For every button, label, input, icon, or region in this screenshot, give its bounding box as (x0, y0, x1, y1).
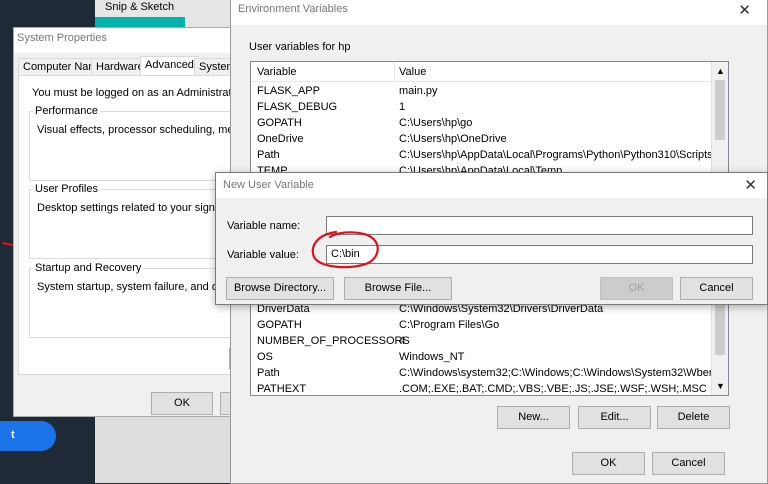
system-delete-button[interactable]: Delete (657, 406, 730, 429)
user-variables-header: Variable Value (251, 62, 711, 82)
system-variable-row[interactable]: Path C:\Windows\system32;C:\Windows;C:\Wi… (251, 365, 711, 381)
column-divider[interactable] (394, 62, 395, 82)
variable-value-field[interactable]: C:\bin (326, 245, 753, 264)
system-variable-row[interactable]: GOPATH C:\Program Files\Go (251, 317, 711, 333)
new-user-variable-titlebar: New User Variable ✕ (216, 173, 767, 198)
system-properties-ok-button[interactable]: OK (151, 392, 213, 415)
environment-variables-titlebar: Environment Variables ✕ (231, 0, 767, 25)
system-variable-row[interactable]: PATHEXT .COM;.EXE;.BAT;.CMD;.VBS;.VBE;.JS… (251, 381, 711, 395)
startup-recovery-label: Startup and Recovery (33, 262, 144, 274)
user-variables-list[interactable]: Variable Value FLASK_APP main.py FLASK_DE… (250, 61, 729, 177)
close-icon[interactable]: ✕ (744, 176, 757, 194)
system-properties-title: System Properties (17, 32, 107, 44)
user-variable-row[interactable]: FLASK_APP main.py (251, 83, 711, 99)
background-accent-button-label: t (11, 429, 15, 441)
system-properties-tab-panel: You must be logged on as an Administrato… (18, 75, 284, 375)
system-new-button[interactable]: New... (497, 406, 570, 429)
environment-cancel-button[interactable]: Cancel (652, 452, 725, 475)
user-variable-row[interactable]: FLASK_DEBUG 1 (251, 99, 711, 115)
system-variable-row[interactable]: OS Windows_NT (251, 349, 711, 365)
scroll-thumb[interactable] (715, 80, 725, 140)
system-properties-tabbar: Computer Name Hardware Advanced System F (18, 56, 251, 75)
user-profiles-label: User Profiles (33, 183, 100, 195)
system-properties-window: System Properties Computer Name Hardware… (13, 27, 284, 417)
browse-file-button[interactable]: Browse File... (344, 277, 452, 300)
user-variable-row[interactable]: GOPATH C:\Users\hp\go (251, 115, 711, 131)
variable-name-field[interactable] (326, 216, 753, 235)
column-value-header[interactable]: Value (399, 66, 426, 78)
performance-label: Performance (33, 105, 100, 117)
performance-group: Performance Visual effects, processor sc… (29, 105, 279, 181)
user-variable-row[interactable]: Path C:\Users\hp\AppData\Local\Programs\P… (251, 147, 711, 163)
scroll-up-icon[interactable]: ▲ (716, 66, 725, 76)
browse-directory-button[interactable]: Browse Directory... (226, 277, 334, 300)
new-variable-ok-button[interactable]: OK (600, 277, 673, 300)
system-variables-list[interactable]: DriverData C:\Windows\System32\Drivers\Dr… (250, 300, 729, 396)
new-user-variable-dialog: New User Variable ✕ Variable name: Varia… (215, 172, 768, 305)
annotation-circle (311, 230, 379, 269)
background-accent-button[interactable]: t (0, 421, 56, 451)
new-variable-cancel-button[interactable]: Cancel (680, 277, 753, 300)
variable-value-label: Variable value: (227, 249, 299, 261)
column-variable-header[interactable]: Variable (257, 66, 297, 78)
system-properties-titlebar: System Properties (14, 28, 244, 53)
scroll-thumb[interactable] (715, 305, 725, 355)
environment-variables-title: Environment Variables (238, 3, 348, 15)
user-variables-heading: User variables for hp (249, 41, 351, 53)
system-edit-button[interactable]: Edit... (578, 406, 651, 429)
system-list-scrollbar[interactable]: ▼ (711, 301, 728, 395)
scroll-down-icon[interactable]: ▼ (716, 381, 725, 391)
snip-sketch-label: Snip & Sketch (105, 1, 175, 13)
close-icon[interactable]: ✕ (738, 1, 751, 19)
system-variable-row[interactable]: NUMBER_OF_PROCESSORS 4 (251, 333, 711, 349)
new-user-variable-title: New User Variable (223, 179, 314, 191)
user-list-scrollbar[interactable]: ▲ (711, 62, 728, 176)
variable-name-label: Variable name: (227, 220, 301, 232)
environment-ok-button[interactable]: OK (572, 452, 645, 475)
user-variable-row[interactable]: OneDrive C:\Users\hp\OneDrive (251, 131, 711, 147)
tab-advanced[interactable]: Advanced (140, 56, 199, 75)
user-profiles-text: Desktop settings related to your sign-in (37, 202, 228, 214)
